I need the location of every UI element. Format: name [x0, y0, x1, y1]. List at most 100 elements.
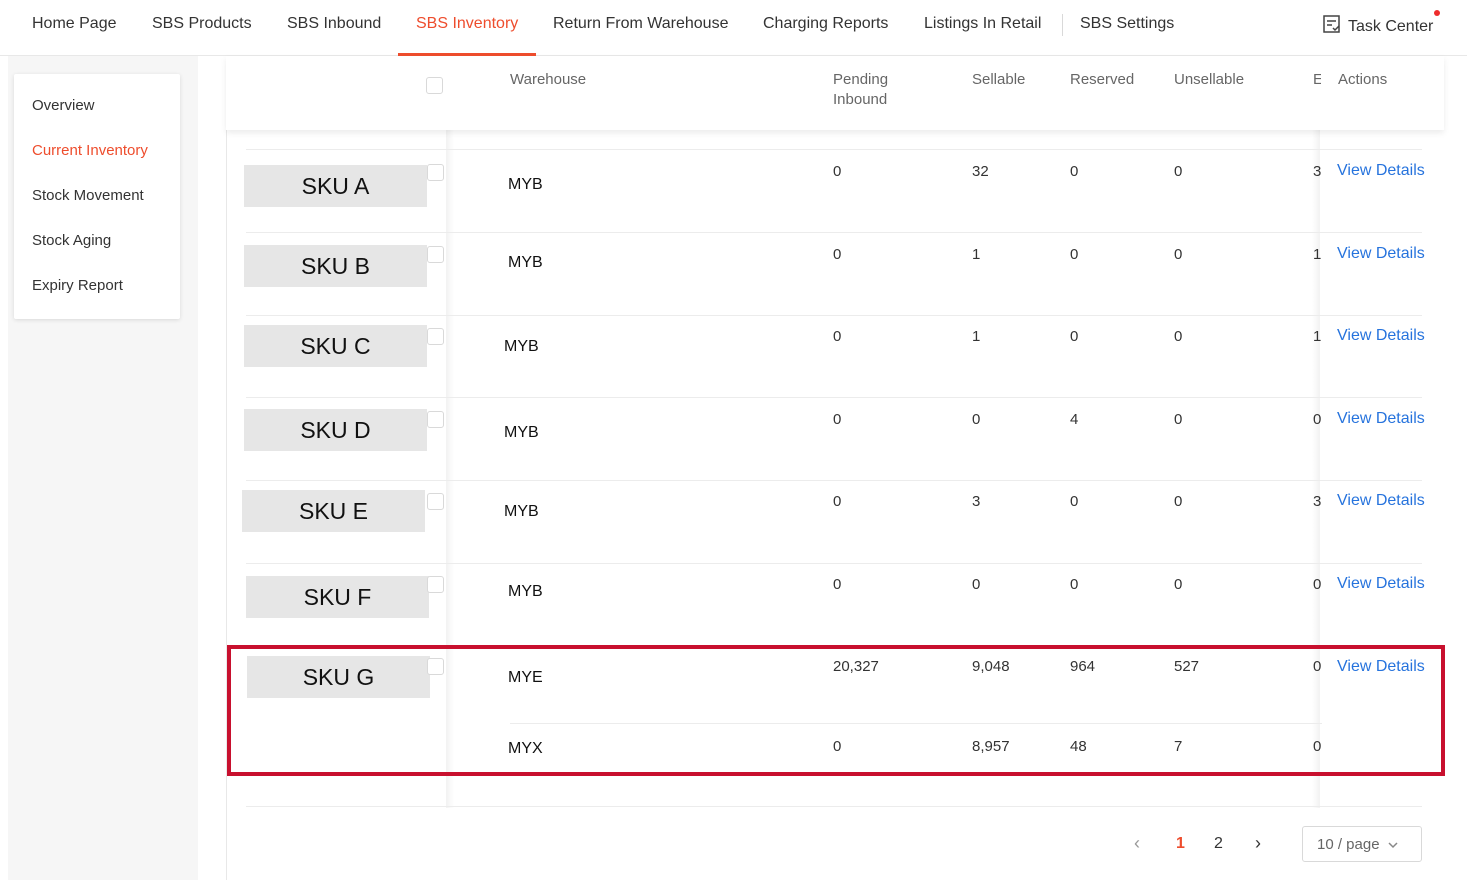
sub-row-divider — [510, 723, 1322, 724]
clipped-cell: 0 — [1313, 576, 1321, 593]
unsellable-cell: 7 — [1174, 738, 1183, 755]
view-details-link[interactable]: View Details — [1337, 162, 1425, 180]
nav-return-from-warehouse[interactable]: Return From Warehouse — [553, 15, 728, 33]
nav-sbs-inbound[interactable]: SBS Inbound — [287, 15, 381, 33]
unsellable-cell: 0 — [1174, 493, 1183, 510]
pending-inbound-cell: 0 — [833, 738, 842, 755]
nav-sbs-products[interactable]: SBS Products — [152, 15, 252, 33]
fixed-column-shadow-left — [446, 56, 454, 808]
row-checkbox[interactable] — [427, 576, 444, 593]
header-clipped-column: E — [1313, 71, 1321, 88]
warehouse-cell: MYB — [508, 583, 543, 600]
row-checkbox[interactable] — [427, 328, 444, 345]
clipped-cell: 0 — [1313, 411, 1321, 428]
unsellable-cell: 0 — [1174, 246, 1183, 263]
nav-sbs-settings[interactable]: SBS Settings — [1080, 15, 1174, 33]
row-divider — [246, 149, 1422, 150]
sku-label: SKU D — [244, 409, 427, 451]
reserved-cell: 964 — [1070, 658, 1096, 675]
nav-listings-in-retail[interactable]: Listings In Retail — [924, 15, 1041, 33]
page-button-2[interactable]: 2 — [1214, 835, 1223, 853]
row-divider — [246, 480, 1422, 481]
row-divider — [246, 232, 1422, 233]
clipped-cell: 3 — [1313, 163, 1321, 180]
sellable-cell: 1 — [972, 246, 981, 263]
clipped-cell: 0 — [1313, 658, 1321, 675]
unsellable-cell: 0 — [1174, 163, 1183, 180]
inventory-sidebar: Overview Current Inventory Stock Movemen… — [14, 74, 180, 319]
sellable-cell: 0 — [972, 411, 981, 428]
table-header: Warehouse Pending Inbound Sellable Reser… — [226, 56, 1444, 130]
row-checkbox[interactable] — [427, 493, 444, 510]
sellable-cell: 8,957 — [972, 738, 1010, 755]
top-navigation: Home Page SBS Products SBS Inbound SBS I… — [0, 0, 1467, 56]
page-button-1[interactable]: 1 — [1176, 835, 1185, 853]
row-checkbox[interactable] — [427, 411, 444, 428]
warehouse-cell: MYB — [504, 503, 539, 520]
pending-inbound-cell: 0 — [833, 576, 842, 593]
row-checkbox[interactable] — [427, 246, 444, 263]
pending-inbound-cell: 0 — [833, 163, 842, 180]
view-details-link[interactable]: View Details — [1337, 245, 1425, 263]
pending-inbound-cell: 0 — [833, 493, 842, 510]
reserved-cell: 0 — [1070, 246, 1079, 263]
sellable-cell: 3 — [972, 493, 981, 510]
select-all-checkbox[interactable] — [426, 77, 443, 94]
nav-sbs-inventory[interactable]: SBS Inventory — [416, 15, 518, 33]
pending-inbound-cell: 0 — [833, 411, 842, 428]
sidebar-item-stock-aging[interactable]: Stock Aging — [32, 232, 111, 249]
view-details-link[interactable]: View Details — [1337, 327, 1425, 345]
reserved-cell: 0 — [1070, 163, 1079, 180]
notification-dot — [1434, 10, 1440, 16]
pending-inbound-cell: 20,327 — [833, 658, 879, 675]
header-pending-inbound-line2: Inbound — [833, 91, 888, 108]
sku-label: SKU F — [246, 576, 429, 618]
row-checkbox[interactable] — [427, 164, 444, 181]
nav-home-page[interactable]: Home Page — [32, 15, 117, 33]
next-page-icon[interactable]: › — [1255, 833, 1261, 854]
row-checkbox[interactable] — [427, 658, 444, 675]
row-divider — [246, 397, 1422, 398]
warehouse-cell: MYB — [504, 424, 539, 441]
clipped-cell: 3 — [1313, 493, 1321, 510]
warehouse-cell: MYB — [508, 254, 543, 271]
view-details-link[interactable]: View Details — [1337, 575, 1425, 593]
warehouse-cell: MYB — [508, 176, 543, 193]
sku-label: SKU G — [247, 656, 430, 698]
row-divider — [246, 563, 1422, 564]
unsellable-cell: 527 — [1174, 658, 1200, 675]
page-size-value: 10 / page — [1317, 835, 1380, 853]
view-details-link[interactable]: View Details — [1337, 410, 1425, 428]
view-details-link[interactable]: View Details — [1337, 658, 1425, 676]
task-center-button[interactable]: Task Center — [1322, 14, 1433, 39]
page-size-select[interactable]: 10 / page — [1302, 826, 1422, 862]
reserved-cell: 4 — [1070, 411, 1079, 428]
nav-charging-reports[interactable]: Charging Reports — [763, 15, 888, 33]
sku-label: SKU C — [244, 325, 427, 367]
warehouse-cell: MYX — [508, 740, 543, 757]
sellable-cell: 32 — [972, 163, 989, 180]
sku-label: SKU E — [242, 490, 425, 532]
sku-label: SKU B — [244, 245, 427, 287]
clipped-cell: 1 — [1313, 328, 1321, 345]
sidebar-item-current-inventory[interactable]: Current Inventory — [32, 142, 148, 159]
view-details-link[interactable]: View Details — [1337, 492, 1425, 510]
reserved-cell: 0 — [1070, 493, 1079, 510]
clipped-cell: 1 — [1313, 246, 1321, 263]
task-list-icon — [1322, 14, 1342, 39]
unsellable-cell: 0 — [1174, 328, 1183, 345]
sidebar-item-expiry-report[interactable]: Expiry Report — [32, 277, 123, 294]
row-divider — [246, 645, 1422, 646]
sidebar-item-stock-movement[interactable]: Stock Movement — [32, 187, 144, 204]
sku-label: SKU A — [244, 165, 427, 207]
table-bottom-line — [246, 806, 1422, 807]
clipped-cell: 0 — [1313, 738, 1321, 755]
pending-inbound-cell: 0 — [833, 246, 842, 263]
header-reserved: Reserved — [1070, 71, 1135, 88]
prev-page-icon[interactable]: ‹ — [1134, 833, 1140, 854]
reserved-cell: 0 — [1070, 576, 1079, 593]
header-actions: Actions — [1338, 71, 1388, 88]
row-divider — [246, 315, 1422, 316]
sidebar-item-overview[interactable]: Overview — [32, 97, 95, 114]
unsellable-cell: 0 — [1174, 576, 1183, 593]
